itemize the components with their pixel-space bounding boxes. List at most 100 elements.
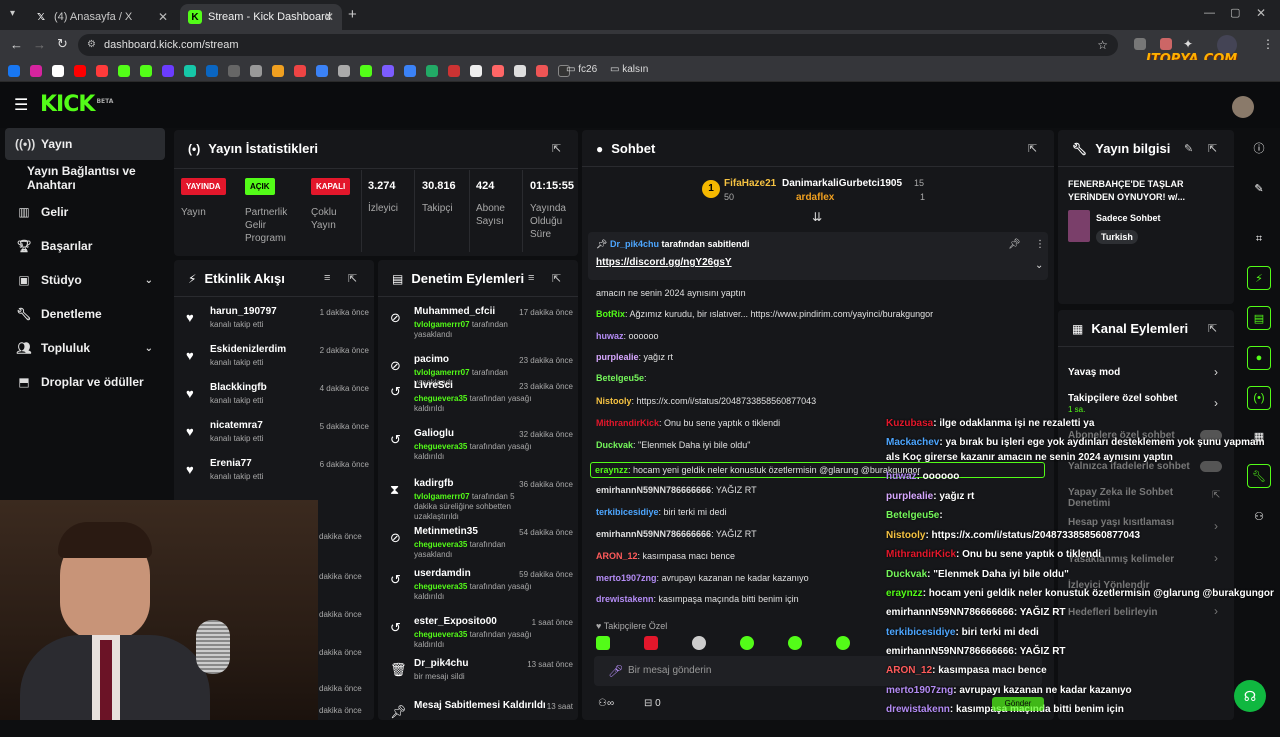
- window-close-icon[interactable]: ✕: [1256, 6, 1266, 20]
- linkedin-icon[interactable]: [206, 65, 218, 77]
- youtube-icon[interactable]: [96, 65, 108, 77]
- chat-username[interactable]: huwaz: [596, 331, 624, 341]
- chat-username[interactable]: Duckvak: [596, 440, 633, 450]
- moderation-target[interactable]: pacimo: [414, 354, 449, 365]
- chat-message[interactable]: drewistakenn: kasımpaşa maçında bitti be…: [596, 594, 799, 604]
- emote-icon[interactable]: [644, 636, 658, 650]
- expand-icon[interactable]: ⇊: [812, 210, 822, 224]
- bookmark-folder-fc26[interactable]: ▭ fc26: [566, 64, 597, 75]
- browser-menu-icon[interactable]: ⋮: [1262, 37, 1274, 51]
- moderation-target[interactable]: Metinmetin35: [414, 526, 478, 537]
- chat-username[interactable]: Nistooly: [596, 396, 632, 406]
- chat-message[interactable]: Betelgeu5e:: [596, 373, 647, 383]
- bookmark-folder-kalsin[interactable]: ▭ kalsın: [610, 64, 648, 75]
- gift-icon[interactable]: ⊟ 0: [644, 698, 661, 709]
- new-tab-button[interactable]: +: [348, 6, 357, 23]
- community-icon[interactable]: ⚇∞: [598, 698, 614, 709]
- moderator-name[interactable]: cheguevera35: [414, 442, 467, 451]
- close-tab-icon[interactable]: ✕: [158, 10, 168, 24]
- chevron-right-icon[interactable]: ›: [1214, 519, 1218, 533]
- chat-username[interactable]: MithrandirKick: [596, 418, 659, 428]
- chat-message[interactable]: merto1907zng: avrupayı kazanan ne kadar …: [596, 573, 809, 583]
- chat-bubble-icon[interactable]: ●: [1247, 346, 1271, 370]
- sidebar-item-denetleme[interactable]: 🔧︎ Denetleme: [5, 298, 165, 330]
- browser-tab-kick[interactable]: K Stream - Kick Dashboard ✕: [180, 4, 342, 30]
- bookmark-icon[interactable]: [382, 65, 394, 77]
- leader-name[interactable]: DanimarkaliGurbetci1905: [782, 178, 902, 189]
- moderator-name[interactable]: cheguevera35: [414, 582, 467, 591]
- bookmark-icon[interactable]: [316, 65, 328, 77]
- chevron-right-icon[interactable]: ›: [1214, 365, 1218, 379]
- chat-message[interactable]: amacın ne senin 2024 aynısını yaptın: [596, 288, 746, 298]
- document-icon[interactable]: ▤: [1247, 306, 1271, 330]
- close-tab-icon[interactable]: ✕: [324, 10, 334, 24]
- lightning-icon[interactable]: ⚡︎: [1247, 266, 1271, 290]
- bookmark-icon[interactable]: [118, 65, 130, 77]
- moderation-target[interactable]: userdamdin: [414, 568, 471, 579]
- bookmark-icon[interactable]: [426, 65, 438, 77]
- support-icon[interactable]: ☊: [1234, 680, 1266, 712]
- pinned-user[interactable]: Dr_pik4chu: [610, 239, 659, 249]
- moderator-name[interactable]: tvlolgamerrr07: [414, 492, 470, 501]
- filter-icon[interactable]: ≡: [324, 272, 330, 284]
- channel-action-account-age[interactable]: Hesap yaşı kısıtlaması: [1068, 517, 1174, 528]
- moderation-target[interactable]: Mesaj Sabitlemesi Kaldırıldı: [414, 700, 546, 711]
- chat-username[interactable]: merto1907zng: [596, 573, 657, 583]
- chat-message[interactable]: Duckvak: "Elenmek Daha iyi bile oldu": [596, 440, 750, 450]
- chat-username[interactable]: terkibicesidiye: [596, 507, 659, 517]
- forward-icon[interactable]: →: [33, 37, 46, 52]
- reload-icon[interactable]: ↻: [57, 36, 68, 52]
- info-icon[interactable]: ⓘ: [1247, 136, 1271, 160]
- emote-icon[interactable]: [836, 636, 850, 650]
- moderation-target[interactable]: Muhammed_cfcii: [414, 306, 495, 317]
- activity-user[interactable]: harun_190797: [210, 306, 277, 317]
- chat-username[interactable]: emirhannN59NN786666666: [596, 529, 711, 539]
- broadcast-icon[interactable]: (•): [1247, 386, 1271, 410]
- bookmark-icon[interactable]: [294, 65, 306, 77]
- bookmark-icon[interactable]: [228, 65, 240, 77]
- popout-icon[interactable]: ⇱: [1208, 142, 1217, 155]
- minimize-icon[interactable]: —: [1204, 7, 1215, 19]
- category-name[interactable]: Sadece Sohbet: [1096, 213, 1161, 223]
- bookmark-icon[interactable]: [360, 65, 372, 77]
- wrench-icon[interactable]: 🔧︎: [1247, 464, 1271, 488]
- chat-message[interactable]: ARON_12: kasımpasa macı bence: [596, 551, 735, 561]
- site-info-icon[interactable]: ⚙: [87, 34, 96, 56]
- bookmark-icon[interactable]: [448, 65, 460, 77]
- pinned-link[interactable]: https://discord.gg/ngY26gsY: [596, 257, 732, 268]
- emote-icon[interactable]: [740, 636, 754, 650]
- activity-user[interactable]: Eskidenizlerdim: [210, 344, 286, 355]
- sidebar-item-gelir[interactable]: ▥ Gelir: [5, 196, 165, 228]
- bookmark-icon[interactable]: [470, 65, 482, 77]
- extensions-puzzle-icon[interactable]: ✦: [1183, 37, 1193, 51]
- bookmark-icon[interactable]: [250, 65, 262, 77]
- bookmark-icon[interactable]: [184, 65, 196, 77]
- browser-tab-x[interactable]: 𝕏 (4) Anasayfa / X ✕: [26, 4, 176, 30]
- activity-user[interactable]: nicatemra7: [210, 420, 263, 431]
- tab-search-icon[interactable]: ▾: [10, 8, 15, 19]
- chat-message[interactable]: eraynzz: hocam yeni geldik neler konustu…: [590, 462, 1045, 478]
- address-input[interactable]: ⚙ dashboard.kick.com/stream ☆: [78, 34, 1118, 56]
- sidebar-item-basarilar[interactable]: 🏆︎ Başarılar: [5, 230, 165, 262]
- toggle-switch[interactable]: [1200, 461, 1222, 472]
- moderator-name[interactable]: tvlolgamerrr07: [414, 368, 470, 377]
- screenshot-icon[interactable]: ⌗: [1247, 227, 1271, 251]
- chat-username[interactable]: emirhannN59NN786666666: [596, 485, 711, 495]
- x-logo-icon[interactable]: [52, 65, 64, 77]
- emote-icon[interactable]: [788, 636, 802, 650]
- sidebar-item-yayin[interactable]: ((•)) Yayın: [5, 128, 165, 160]
- activity-user[interactable]: Erenia77: [210, 458, 252, 469]
- maximize-icon[interactable]: ▢: [1230, 6, 1240, 19]
- hamburger-menu-icon[interactable]: ☰: [14, 95, 28, 115]
- sidebar-item-topluluk[interactable]: 👥︎ Topluluk ⌄: [5, 332, 165, 364]
- bookmark-icon[interactable]: [338, 65, 350, 77]
- external-link-icon[interactable]: ⇱: [1212, 490, 1220, 501]
- chevron-right-icon[interactable]: ›: [1214, 604, 1218, 618]
- activity-user[interactable]: Blackkingfb: [210, 382, 267, 393]
- bookmark-icon[interactable]: [514, 65, 526, 77]
- channel-action-slow-mode[interactable]: Yavaş mod: [1068, 367, 1120, 378]
- chevron-down-icon[interactable]: ⌄: [1035, 260, 1043, 271]
- sidebar-item-studyo[interactable]: ▣ Stüdyo ⌄: [5, 264, 165, 296]
- bookmark-icon[interactable]: [404, 65, 416, 77]
- chat-username[interactable]: eraynzz: [595, 465, 628, 475]
